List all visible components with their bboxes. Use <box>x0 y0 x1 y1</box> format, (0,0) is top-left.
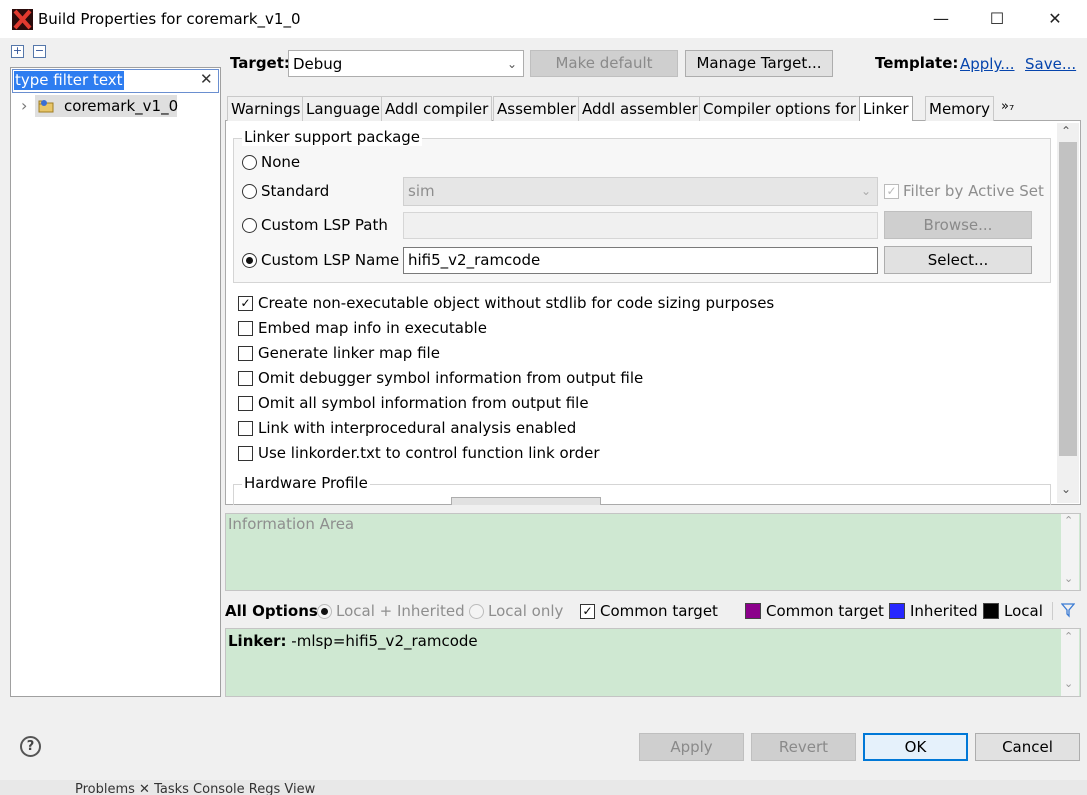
tab-assembler[interactable]: Assembler <box>493 96 580 121</box>
hardware-profile-control[interactable] <box>451 497 601 505</box>
filter-input-text[interactable]: type filter text <box>14 71 124 90</box>
tab-compiler-options[interactable]: Compiler options for <box>699 96 860 121</box>
local-only-radio[interactable] <box>469 604 484 619</box>
option-checkbox[interactable] <box>238 421 253 436</box>
command-line-text: Linker: -mlsp=hifi5_v2_ramcode <box>228 632 478 650</box>
custom-lsp-path-input[interactable] <box>403 212 878 239</box>
revert-button[interactable]: Revert <box>751 733 856 761</box>
template-save-link[interactable]: Save... <box>1025 55 1076 73</box>
app-logo-icon <box>12 9 33 30</box>
lsp-custom-path-radio[interactable] <box>242 218 257 233</box>
project-folder-icon <box>38 98 54 114</box>
window-title: Build Properties for coremark_v1_0 <box>38 10 301 28</box>
tree-expander-icon[interactable]: › <box>21 96 27 115</box>
collapse-all-icon[interactable]: − <box>33 45 46 58</box>
target-select[interactable]: Debug ⌄ <box>288 50 524 77</box>
command-value: -mlsp=hifi5_v2_ramcode <box>286 632 478 650</box>
lsp-standard-radio[interactable] <box>242 184 257 199</box>
local-inherited-label: Local + Inherited <box>336 602 465 620</box>
lsp-custom-name-label: Custom LSP Name <box>261 251 400 269</box>
inherited-swatch <box>889 603 905 619</box>
lsp-none-label: None <box>261 153 301 171</box>
filter-icon[interactable] <box>1060 602 1076 622</box>
legend-local: Local <box>1004 602 1043 620</box>
chevron-down-icon: ⌄ <box>506 57 517 71</box>
lsp-none-radio[interactable] <box>242 155 257 170</box>
option-checkbox[interactable] <box>238 346 253 361</box>
lsp-standard-label: Standard <box>261 182 330 200</box>
expand-all-icon[interactable]: + <box>11 45 24 58</box>
scroll-up-icon[interactable]: ⌃ <box>1064 514 1073 527</box>
maximize-button[interactable]: ☐ <box>974 4 1020 34</box>
cancel-button[interactable]: Cancel <box>975 733 1080 761</box>
common-target-label: Common target <box>600 602 718 620</box>
project-tree-panel <box>10 67 221 697</box>
scroll-up-icon[interactable]: ⌃ <box>1064 630 1073 643</box>
hardware-profile-title: Hardware Profile <box>242 474 370 492</box>
lsp-group-title: Linker support package <box>242 128 423 146</box>
filter-active-set-label: Filter by Active Set <box>903 182 1044 200</box>
option-checkbox[interactable] <box>238 321 253 336</box>
template-apply-link[interactable]: Apply... <box>960 55 1015 73</box>
select-lsp-button[interactable]: Select... <box>884 246 1032 274</box>
tab-warnings[interactable]: Warnings <box>227 96 305 121</box>
common-target-swatch <box>745 603 761 619</box>
lsp-custom-path-label: Custom LSP Path <box>261 216 388 234</box>
background-tabs: Problems ✕ Tasks Console Regs View <box>75 782 316 795</box>
target-label: Target: <box>230 54 290 72</box>
option-label: Embed map info in executable <box>258 319 487 337</box>
more-tabs-icon[interactable]: »₇ <box>1001 99 1014 114</box>
tree-item-label: coremark_v1_0 <box>64 97 179 115</box>
scrollbar-thumb[interactable] <box>1059 142 1077 456</box>
scroll-down-icon[interactable]: ⌄ <box>1061 482 1071 496</box>
clear-filter-icon[interactable]: ✕ <box>200 70 213 88</box>
help-icon[interactable]: ? <box>20 736 41 757</box>
scroll-down-icon[interactable]: ⌄ <box>1064 677 1073 690</box>
common-target-checkbox[interactable]: ✓ <box>580 604 595 619</box>
apply-button[interactable]: Apply <box>639 733 744 761</box>
legend-common-target: Common target <box>766 602 884 620</box>
template-label: Template: <box>875 54 959 72</box>
option-label: Link with interprocedural analysis enabl… <box>258 419 577 437</box>
option-label: Omit debugger symbol information from ou… <box>258 369 644 387</box>
command-prefix: Linker: <box>228 632 287 650</box>
chevron-down-icon: ⌄ <box>860 184 871 198</box>
standard-lsp-value: sim <box>408 182 435 200</box>
minimize-button[interactable]: — <box>918 4 964 34</box>
option-checkbox[interactable]: ✓ <box>238 296 253 311</box>
filter-active-set-checkbox[interactable]: ✓ <box>884 184 899 199</box>
make-default-button[interactable]: Make default <box>530 50 678 77</box>
local-swatch <box>983 603 999 619</box>
option-checkbox[interactable] <box>238 446 253 461</box>
scroll-up-icon[interactable]: ⌃ <box>1061 124 1071 138</box>
background-ide-strip: Problems ✕ Tasks Console Regs View <box>0 780 1087 795</box>
tab-memory[interactable]: Memory <box>925 96 995 121</box>
legend-inherited: Inherited <box>910 602 978 620</box>
option-checkbox[interactable] <box>238 396 253 411</box>
option-label: Omit all symbol information from output … <box>258 394 589 412</box>
target-select-value: Debug <box>293 55 343 73</box>
tab-addl-compiler[interactable]: Addl compiler <box>381 96 493 121</box>
tab-linker[interactable]: Linker <box>859 96 913 121</box>
browse-button[interactable]: Browse... <box>884 211 1032 239</box>
option-label: Create non-executable object without std… <box>258 294 775 312</box>
separator <box>1052 602 1053 620</box>
option-label: Use linkorder.txt to control function li… <box>258 444 600 462</box>
information-area-text: Information Area <box>228 515 355 533</box>
tab-addl-assembler[interactable]: Addl assembler <box>578 96 702 121</box>
local-only-label: Local only <box>488 602 564 620</box>
local-inherited-radio[interactable] <box>317 604 332 619</box>
custom-lsp-name-input[interactable]: hifi5_v2_ramcode <box>403 247 878 274</box>
all-options-label: All Options: <box>225 602 324 620</box>
manage-target-button[interactable]: Manage Target... <box>685 50 833 77</box>
scroll-down-icon[interactable]: ⌄ <box>1064 572 1073 585</box>
close-window-button[interactable]: ✕ <box>1032 4 1078 34</box>
ok-button[interactable]: OK <box>863 733 968 761</box>
tab-language[interactable]: Language <box>302 96 385 121</box>
option-checkbox[interactable] <box>238 371 253 386</box>
lsp-custom-name-radio[interactable] <box>242 253 257 268</box>
standard-lsp-select[interactable]: sim ⌄ <box>403 177 878 206</box>
option-label: Generate linker map file <box>258 344 440 362</box>
